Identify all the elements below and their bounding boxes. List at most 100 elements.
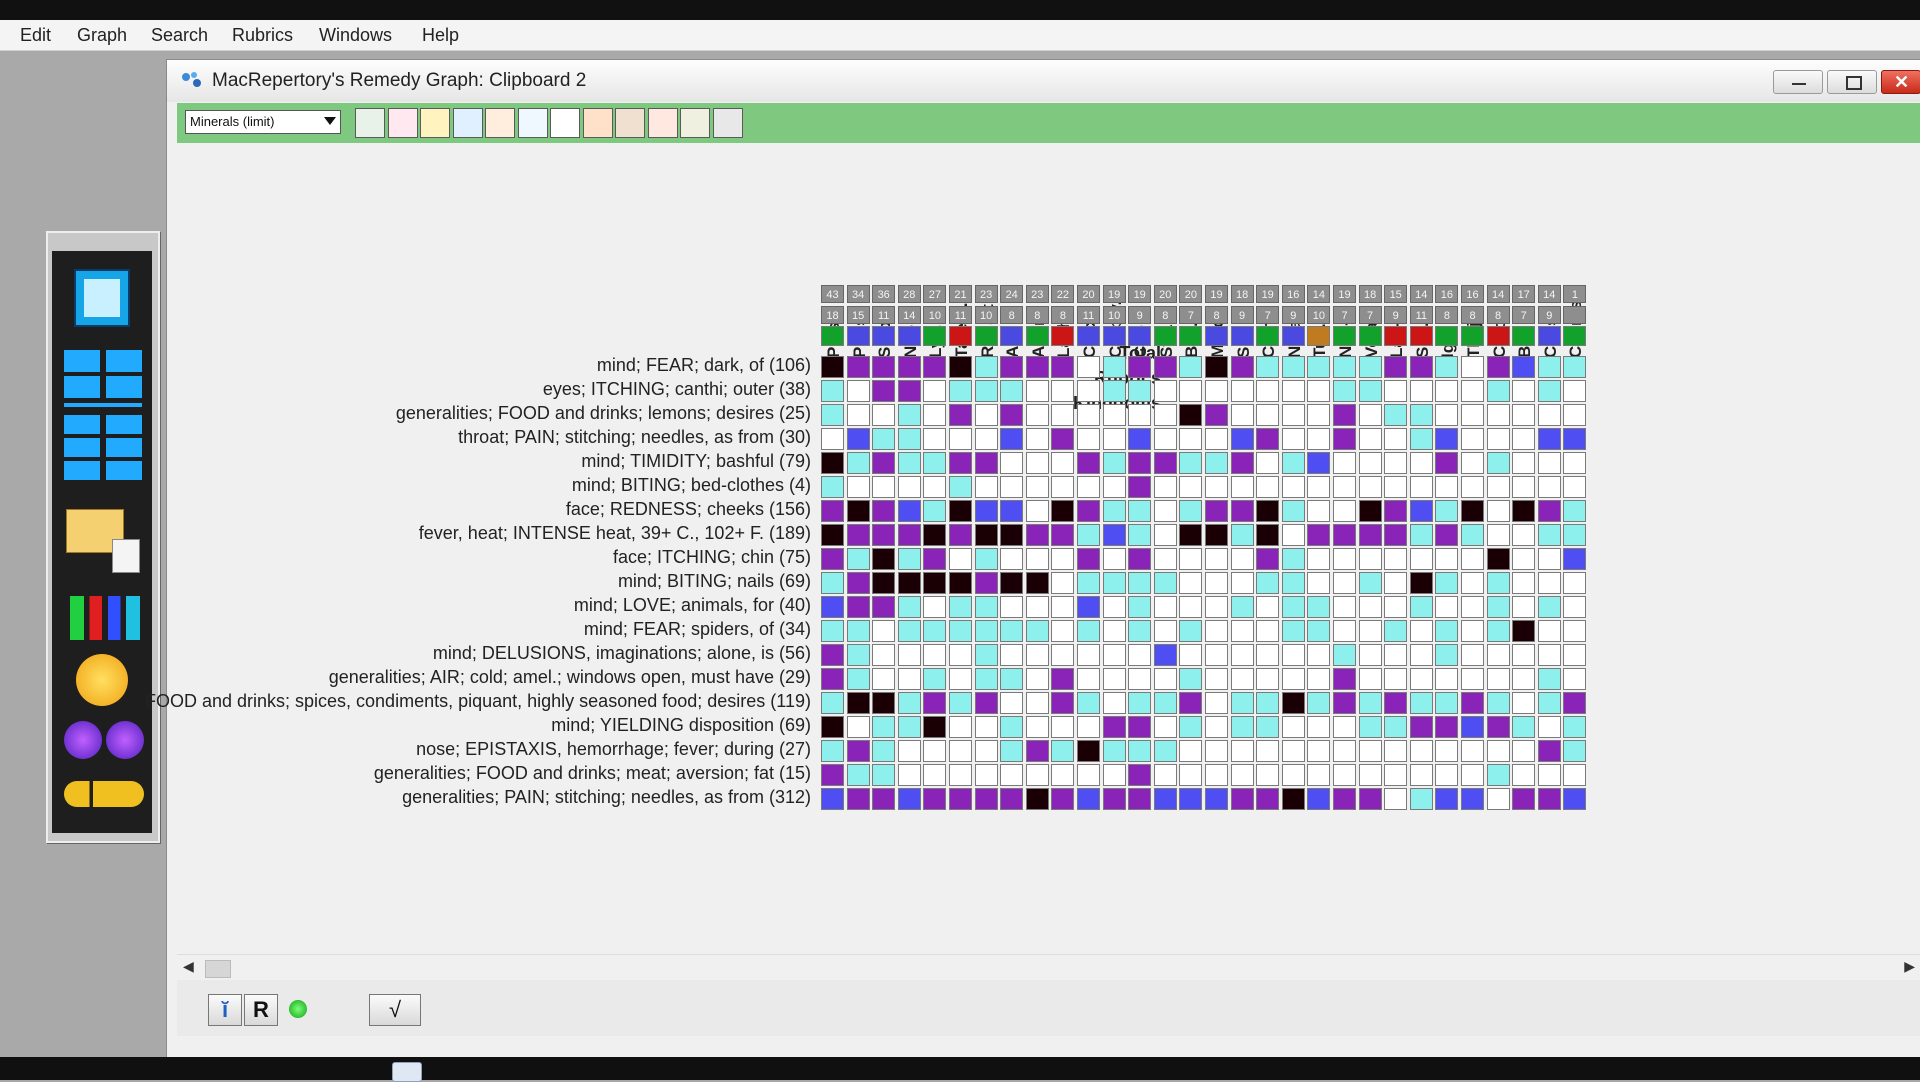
grade-cell[interactable] [1384,740,1408,762]
grade-cell[interactable] [1077,644,1100,666]
grade-cell[interactable] [1077,740,1100,762]
grade-cell[interactable] [1563,380,1587,402]
grade-cell[interactable] [1153,548,1177,570]
menu-help[interactable]: Help [422,25,459,46]
grade-cell[interactable] [1333,644,1356,666]
grade-cell[interactable] [1128,476,1152,498]
grade-cell[interactable] [1077,524,1100,546]
grade-cell[interactable] [872,452,896,474]
grade-cell[interactable] [1102,596,1126,618]
grade-cell[interactable] [949,500,972,522]
grade-cell[interactable] [923,548,947,570]
grade-cell[interactable] [1486,740,1510,762]
menu-search[interactable]: Search [151,25,208,46]
grade-cell[interactable] [1205,644,1228,666]
grade-cell[interactable] [1128,620,1152,642]
grade-cell[interactable] [1025,716,1049,738]
grade-cell[interactable] [949,524,972,546]
grade-cell[interactable] [1537,404,1561,426]
grade-cell[interactable] [846,476,870,498]
grade-cell[interactable] [1461,356,1484,378]
grade-cell[interactable] [1384,524,1408,546]
grade-cell[interactable] [1537,740,1561,762]
grade-cell[interactable] [1512,476,1536,498]
grade-cell[interactable] [1307,452,1331,474]
grade-cell[interactable] [1179,764,1203,786]
grade-cell[interactable] [1333,740,1356,762]
grade-cell[interactable] [1179,404,1203,426]
grade-cell[interactable] [872,620,896,642]
grade-cell[interactable] [1435,380,1459,402]
menu-windows[interactable]: Windows [319,25,392,46]
grade-cell[interactable] [846,716,870,738]
rubric-label[interactable]: mind; LOVE; animals, for (40) [574,595,811,616]
rubric-label[interactable]: throat; PAIN; stitching; needles, as fro… [458,427,811,448]
grade-cell[interactable] [1256,548,1280,570]
grade-cell[interactable] [1461,644,1484,666]
grade-cell[interactable] [1537,644,1561,666]
grade-cell[interactable] [1486,716,1510,738]
grade-cell[interactable] [1409,692,1433,714]
grade-cell[interactable] [1461,740,1484,762]
grade-cell[interactable] [1051,452,1075,474]
grade-cell[interactable] [1563,476,1587,498]
grade-cell[interactable] [1409,572,1433,594]
grade-cell[interactable] [821,716,844,738]
taskbar-app-icon[interactable] [392,1062,422,1082]
grade-cell[interactable] [974,644,998,666]
grade-cell[interactable] [1409,428,1433,450]
grade-cell[interactable] [1461,380,1484,402]
rubric-label[interactable]: fever, heat; INTENSE heat, 39+ C., 102+ … [419,523,811,544]
grade-cell[interactable] [1281,572,1305,594]
grade-cell[interactable] [1153,572,1177,594]
grade-cell[interactable] [1153,524,1177,546]
grade-cell[interactable] [1128,668,1152,690]
clipboard-2-button[interactable] [106,415,142,434]
grade-cell[interactable] [1384,644,1408,666]
grade-cell[interactable] [1563,452,1587,474]
grade-cell[interactable] [846,404,870,426]
grade-cell[interactable] [1077,668,1100,690]
grade-cell[interactable] [1461,404,1484,426]
grade-cell[interactable] [1230,500,1254,522]
bars-icon[interactable] [485,108,515,138]
grade-cell[interactable] [974,572,998,594]
bar-view-icon[interactable] [452,108,483,138]
grade-cell[interactable] [1230,644,1254,666]
grade-cell[interactable] [1051,380,1075,402]
grade-cell[interactable] [1512,500,1536,522]
grade-cell[interactable] [1077,380,1100,402]
grade-cell[interactable] [1281,668,1305,690]
grade-cell[interactable] [1179,476,1203,498]
grade-cell[interactable] [1153,764,1177,786]
grade-cell[interactable] [1256,500,1280,522]
kingdom-filter-dropdown[interactable]: Minerals (limit) [185,110,341,134]
grade-cell[interactable] [821,452,844,474]
grade-cell[interactable] [1435,452,1459,474]
grade-cell[interactable] [1000,404,1024,426]
grade-cell[interactable] [821,740,844,762]
grade-cell[interactable] [1205,500,1228,522]
grade-cell[interactable] [1230,716,1254,738]
grade-cell[interactable] [1230,404,1254,426]
grade-cell[interactable] [1025,740,1049,762]
document-icon[interactable] [112,539,140,573]
grade-cell[interactable] [1333,548,1356,570]
grade-cell[interactable] [974,716,998,738]
grade-cell[interactable] [974,596,998,618]
grade-cell[interactable] [1205,404,1228,426]
clipboard-6-button[interactable] [106,461,142,480]
grade-cell[interactable] [1179,620,1203,642]
grade-cell[interactable] [1537,788,1561,810]
grade-cell[interactable] [1384,404,1408,426]
grade-cell[interactable] [897,620,921,642]
grade-cell[interactable] [1102,764,1126,786]
grade-cell[interactable] [1409,668,1433,690]
rubric-label[interactable]: mind; FEAR; dark, of (106) [597,355,811,376]
rubric-label[interactable]: mind; TIMIDITY; bashful (79) [581,451,811,472]
grade-cell[interactable] [1409,524,1433,546]
grade-cell[interactable] [897,452,921,474]
grade-cell[interactable] [1102,524,1126,546]
grade-cell[interactable] [1461,500,1484,522]
grade-cell[interactable] [1435,620,1459,642]
